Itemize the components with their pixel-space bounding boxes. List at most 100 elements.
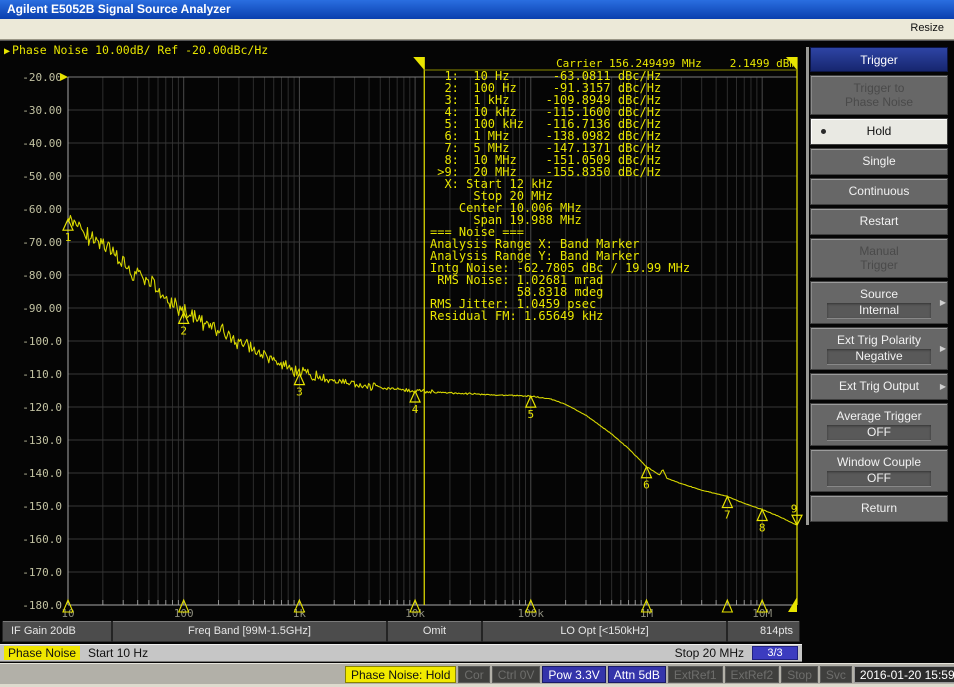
taskbar-pow-3-3v: Pow 3.3V xyxy=(542,666,605,683)
submenu-arrow-icon: ▶ xyxy=(940,298,946,307)
menu-button-value: Internal xyxy=(827,303,930,318)
app-window: Agilent E5052B Signal Source Analyzer Re… xyxy=(0,0,954,687)
taskbar-svc: Svc xyxy=(820,666,852,683)
setting-softkey: LO Opt [<150kHz] xyxy=(482,621,727,642)
window-titlebar[interactable]: Agilent E5052B Signal Source Analyzer xyxy=(0,0,954,19)
status-start: Start 10 Hz xyxy=(88,646,148,660)
menu-button-window-couple[interactable]: Window CoupleOFF xyxy=(810,449,948,492)
menu-button-source[interactable]: Source Internal ▶ xyxy=(810,281,948,324)
setting-softkey: IF Gain 20dB xyxy=(2,621,112,642)
submenu-arrow-icon: ▶ xyxy=(940,344,946,353)
y-tick-label: -70.00 xyxy=(22,236,62,249)
y-tick-label: -30.00 xyxy=(22,104,62,117)
status-mode-chip: Phase Noise xyxy=(4,646,80,660)
taskbar-phase-noise-hold: Phase Noise: Hold xyxy=(345,666,456,683)
menu-button-continuous[interactable]: Continuous xyxy=(810,178,948,205)
y-tick-label: -120.0 xyxy=(22,401,62,414)
y-tick-label: -50.00 xyxy=(22,170,62,183)
setting-softkey: 814pts xyxy=(727,621,800,642)
carrier-power: 2.1499 dBm xyxy=(730,57,796,70)
menu-button-return[interactable]: Return xyxy=(810,495,948,522)
menu-button-average-trigger[interactable]: Average Trigger OFF xyxy=(810,403,948,446)
chrome-strip: Resize xyxy=(0,19,954,40)
menu-button-value: Negative xyxy=(827,349,930,364)
trace-marker-number: 4 xyxy=(412,403,419,416)
menu-button-label: Average Trigger xyxy=(819,409,939,423)
y-tick-label: -180.0 xyxy=(22,599,62,612)
trace-marker-number: 3 xyxy=(296,386,303,399)
y-tick-label: -20.00 xyxy=(22,71,62,84)
menu-button-single[interactable]: Single xyxy=(810,148,948,175)
menu-header: Trigger xyxy=(810,47,948,72)
window-title: Agilent E5052B Signal Source Analyzer xyxy=(7,2,231,16)
trace-marker-number: 9 xyxy=(791,502,798,515)
menu-button-label: Continuous xyxy=(819,184,939,198)
menu-button-label: Single xyxy=(819,154,939,168)
taskbar-extref2: ExtRef2 xyxy=(725,666,780,683)
x-tick-label: 1M xyxy=(640,607,654,620)
y-tick-label: -140.0 xyxy=(22,467,62,480)
ref-level-arrow-icon xyxy=(60,73,68,81)
y-tick-label: -130.0 xyxy=(22,434,62,447)
settings-softkey-bar: IF Gain 20dBFreq Band [99M-1.5GHz]OmitLO… xyxy=(2,621,800,642)
trace-marker-number: 2 xyxy=(180,324,187,337)
submenu-arrow-icon: ▶ xyxy=(940,382,946,391)
menu-button-label: Window Couple xyxy=(819,455,939,469)
taskbar-stop: Stop xyxy=(781,666,818,683)
menu-button-value: OFF xyxy=(827,425,930,440)
menu-button-manual-trigger: ManualTrigger xyxy=(810,238,948,278)
marker-info-line: Residual FM: 1.65649 kHz xyxy=(430,310,690,322)
menu-button-ext-trig-polarity[interactable]: Ext Trig Polarity Negative ▶ xyxy=(810,327,948,370)
status-page-badge: 3/3 xyxy=(752,646,798,660)
x-tick-label: 10M xyxy=(752,607,772,620)
menu-button-label: Return xyxy=(819,501,939,515)
trace-marker-number: 7 xyxy=(724,509,731,522)
trace-marker-number: 5 xyxy=(527,408,534,421)
y-tick-label: -110.0 xyxy=(22,368,62,381)
trace-header[interactable]: ▶Phase Noise 10.00dB/ Ref -20.00dBc/Hz xyxy=(4,43,268,57)
y-tick-label: -170.0 xyxy=(22,566,62,579)
status-stop: Stop 20 MHz xyxy=(675,646,744,660)
menu-button-label: Hold xyxy=(819,124,939,138)
menu-button-ext-trig-output[interactable]: Ext Trig Output▶ xyxy=(810,373,948,400)
analyzer-screen: ▶Phase Noise 10.00dB/ Ref -20.00dBc/Hz -… xyxy=(0,40,954,663)
y-tick-label: -90.00 xyxy=(22,302,62,315)
taskbar-cor: Cor xyxy=(458,666,489,683)
taskbar-2016-01-20-15-59: 2016-01-20 15:59 xyxy=(854,666,954,683)
menu-button-label: Trigger to xyxy=(819,81,939,95)
menu-button-hold[interactable]: Hold xyxy=(810,118,948,145)
menu-button-label: Source xyxy=(819,287,939,301)
trace-marker-number: 6 xyxy=(643,479,650,492)
y-tick-label: -160.0 xyxy=(22,533,62,546)
measurement-status-bar: Phase Noise Start 10 Hz Stop 20 MHz 3/3 xyxy=(0,644,802,662)
setting-softkey: Freq Band [99M-1.5GHz] xyxy=(112,621,387,642)
resize-button[interactable]: Resize xyxy=(910,22,944,34)
taskbar-extref1: ExtRef1 xyxy=(668,666,723,683)
taskbar-ctrl-0v: Ctrl 0V xyxy=(492,666,541,683)
x-tick-label: 1k xyxy=(293,607,307,620)
trace-select-arrow-icon: ▶ xyxy=(4,46,10,57)
menu-button-restart[interactable]: Restart xyxy=(810,208,948,235)
y-tick-label: -150.0 xyxy=(22,500,62,513)
instrument-status-bar: Phase Noise: HoldCorCtrl 0VPow 3.3VAttn … xyxy=(0,663,954,684)
trace-header-label: Phase Noise 10.00dB/ Ref -20.00dBc/Hz xyxy=(12,43,268,57)
y-tick-label: -40.00 xyxy=(22,137,62,150)
menu-button-label: Ext Trig Polarity xyxy=(819,333,939,347)
band-start-flag-icon xyxy=(413,57,424,70)
x-tick-label: 10 xyxy=(61,607,74,620)
x-tick-label: 10k xyxy=(405,607,425,620)
softkey-menu: Trigger Trigger toPhase Noise Hold Single C… xyxy=(806,47,948,525)
selected-bullet-icon xyxy=(821,129,826,134)
menu-button-trigger-to-phase-noise: Trigger toPhase Noise xyxy=(810,75,948,115)
trace-marker-number: 1 xyxy=(65,231,72,244)
y-tick-label: -60.00 xyxy=(22,203,62,216)
taskbar-attn-5db: Attn 5dB xyxy=(608,666,666,683)
x-tick-label: 100k xyxy=(518,607,545,620)
trace-marker-number: 8 xyxy=(759,521,766,534)
x-tick-label: 100 xyxy=(174,607,194,620)
menu-button-label: Phase Noise xyxy=(819,95,939,109)
y-tick-label: -100.0 xyxy=(22,335,62,348)
menu-button-label: Trigger xyxy=(819,258,939,272)
setting-softkey: Omit xyxy=(387,621,482,642)
menu-button-label: Ext Trig Output xyxy=(819,379,939,393)
